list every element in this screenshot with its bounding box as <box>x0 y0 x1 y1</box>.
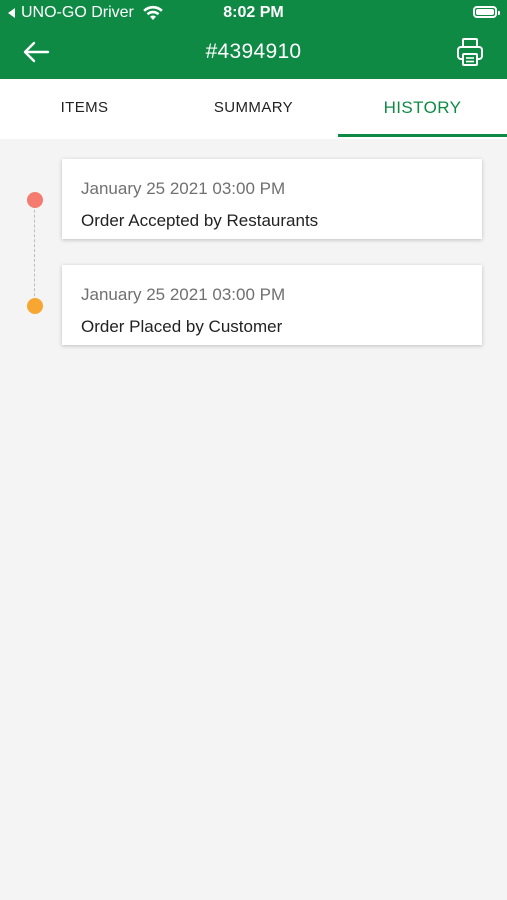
tab-history[interactable]: HISTORY <box>338 79 507 139</box>
order-tabs: ITEMS SUMMARY HISTORY <box>0 79 507 139</box>
timeline-dot-accepted <box>27 192 43 208</box>
history-item-event: Order Placed by Customer <box>81 317 283 336</box>
tab-items-label: ITEMS <box>60 99 109 116</box>
history-item-event: Order Accepted by Restaurants <box>81 211 319 230</box>
history-item-date: January 25 2021 03:00 PM <box>81 179 286 198</box>
history-item-date: January 25 2021 03:00 PM <box>81 285 286 304</box>
order-header: #4394910 <box>0 28 507 79</box>
timeline-dot-placed <box>27 298 43 314</box>
app-header-bar: UNO-GO Driver 8:02 PM #4394910 <box>0 0 507 79</box>
tab-items[interactable]: ITEMS <box>0 79 169 139</box>
printer-icon[interactable] <box>455 36 485 68</box>
tab-history-label: HISTORY <box>383 98 462 117</box>
tab-summary[interactable]: SUMMARY <box>169 79 338 139</box>
history-item-card: January 25 2021 03:00 PM Order Placed by… <box>62 265 482 345</box>
history-item-card: January 25 2021 03:00 PM Order Accepted … <box>62 159 482 239</box>
tab-summary-label: SUMMARY <box>213 99 294 116</box>
status-time: 8:02 PM <box>223 4 284 21</box>
status-bar: UNO-GO Driver 8:02 PM <box>0 0 507 28</box>
active-tab-indicator <box>338 134 507 137</box>
timeline-connector <box>34 200 35 306</box>
battery-icon <box>473 6 500 18</box>
order-number-title: #4394910 <box>205 40 302 63</box>
order-details-screen: UNO-GO Driver 8:02 PM #4394910 ITEMS SUM… <box>0 0 507 900</box>
